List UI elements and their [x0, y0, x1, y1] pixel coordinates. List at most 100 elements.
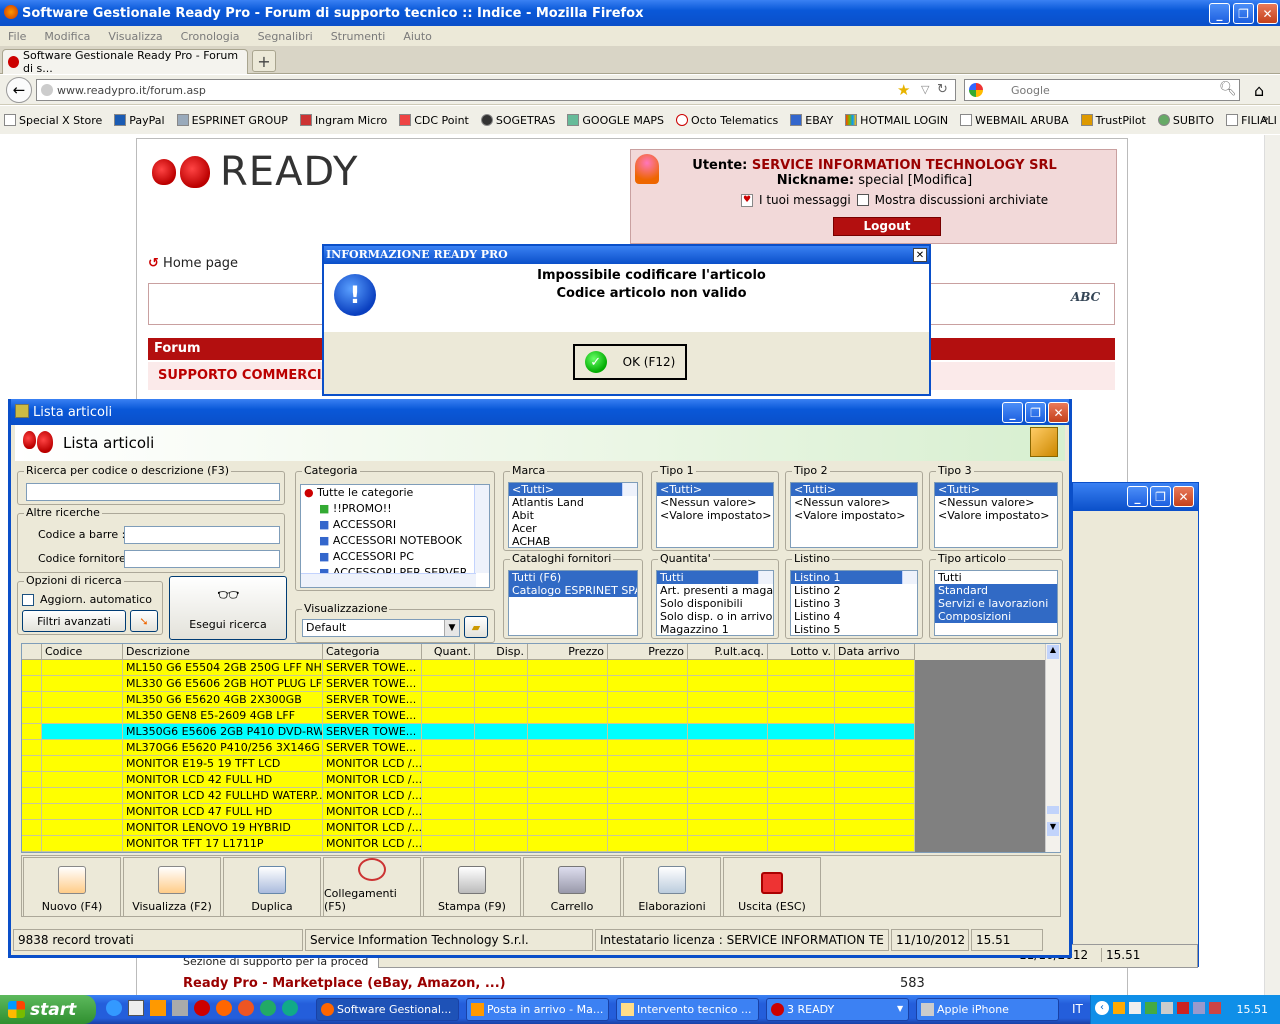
- star-icon[interactable]: ★: [897, 81, 910, 99]
- row-selector[interactable]: [22, 788, 42, 804]
- tree-hscrollbar[interactable]: [301, 573, 476, 587]
- list-item[interactable]: Catalogo ESPRINET SPA: [509, 584, 637, 597]
- bookmarks-overflow-icon[interactable]: »: [1262, 112, 1269, 125]
- list-item[interactable]: <Tutti>: [791, 483, 917, 496]
- menu-cronologia[interactable]: Cronologia: [181, 30, 240, 43]
- abc-search-icon[interactable]: ABC: [1071, 290, 1100, 304]
- row-selector[interactable]: [22, 724, 42, 740]
- list-item[interactable]: <Nessun valore>: [935, 496, 1057, 509]
- exit-button[interactable]: Uscita (ESC): [723, 857, 821, 917]
- list-item[interactable]: <Tutti>: [935, 483, 1057, 496]
- row-selector[interactable]: [22, 756, 42, 772]
- table-row[interactable]: ML350G6 E5606 2GB P410 DVD-RW SERVER TOWE…: [22, 724, 915, 740]
- processing-button[interactable]: Elaborazioni: [623, 857, 721, 917]
- home-link[interactable]: ↺ Home page: [148, 256, 238, 271]
- category-tree[interactable]: ● Tutte le categorie ■ !!PROMO!! ■ ACCES…: [300, 484, 490, 588]
- cart-button[interactable]: Carrello: [523, 857, 621, 917]
- filter-arrow-button[interactable]: ➘: [130, 610, 158, 632]
- close-button[interactable]: ✕: [1257, 3, 1278, 24]
- list-item[interactable]: Composizioni: [935, 610, 1057, 623]
- column-header[interactable]: Codice: [42, 644, 123, 660]
- menu-strumenti[interactable]: Strumenti: [331, 30, 386, 43]
- advanced-filters-button[interactable]: Filtri avanzati: [22, 610, 126, 632]
- list-item[interactable]: Listino 2: [791, 584, 917, 597]
- marketplace-forum-link[interactable]: Ready Pro - Marketplace (eBay, Amazon, .…: [183, 976, 506, 991]
- menu-file[interactable]: File: [8, 30, 26, 43]
- list-item[interactable]: Tutti (F6): [509, 571, 637, 584]
- table-row[interactable]: MONITOR TFT 17 L1711P MONITOR LCD /...: [22, 836, 915, 852]
- bookmark-cdc[interactable]: CDC Point: [399, 114, 469, 127]
- minimize-button[interactable]: _: [1209, 3, 1230, 24]
- barcode-input[interactable]: [124, 526, 280, 544]
- desktop-icon[interactable]: [128, 1000, 144, 1016]
- ie-icon[interactable]: [106, 1000, 122, 1016]
- task-outlook[interactable]: Posta in arrivo - Ma...: [466, 998, 609, 1021]
- row-selector[interactable]: [22, 772, 42, 788]
- bookmark-subito[interactable]: SUBITO: [1157, 114, 1214, 127]
- table-row[interactable]: MONITOR E19-5 19 TFT LCD MONITOR LCD /...: [22, 756, 915, 772]
- tray-icon[interactable]: [1129, 1002, 1141, 1014]
- bookmark-sogetras[interactable]: SOGETRAS: [480, 114, 555, 127]
- row-selector[interactable]: [22, 692, 42, 708]
- list-item[interactable]: Listino 5: [791, 623, 917, 635]
- app-icon[interactable]: [260, 1000, 276, 1016]
- menu-segnalibri[interactable]: Segnalibri: [258, 30, 313, 43]
- menu-visualizza[interactable]: Visualizza: [108, 30, 162, 43]
- grid-scrollbar[interactable]: ▲ ▼: [1045, 644, 1060, 852]
- tree-item-root[interactable]: ● Tutte le categorie: [301, 485, 489, 501]
- list-item[interactable]: Listino 3: [791, 597, 917, 610]
- print-button[interactable]: Stampa (F9): [423, 857, 521, 917]
- logout-button[interactable]: Logout: [833, 217, 941, 236]
- quantity-list[interactable]: Tutti Art. presenti a magaz Solo disponi…: [656, 570, 774, 636]
- bookmark-trustpilot[interactable]: TrustPilot: [1080, 114, 1146, 127]
- ok-button[interactable]: ✓ OK (F12): [573, 344, 687, 380]
- wordpress-icon[interactable]: [282, 1000, 298, 1016]
- list-item[interactable]: <Valore impostato>: [791, 509, 917, 522]
- row-selector[interactable]: [22, 820, 42, 836]
- tipo2-list[interactable]: <Tutti> <Nessun valore> <Valore impostat…: [790, 482, 918, 548]
- table-row[interactable]: MONITOR LCD 42 FULLHD WATERP... MONITOR L…: [22, 788, 915, 804]
- links-button[interactable]: Collegamenti (F5): [323, 857, 421, 917]
- list-item[interactable]: Tutti: [935, 571, 1057, 584]
- supplier-code-input[interactable]: [124, 550, 280, 568]
- maximize-button[interactable]: ❐: [1150, 486, 1171, 507]
- bookmark-filiali[interactable]: FILIALI SOGETRAS: [1226, 114, 1280, 127]
- bookmark-esprinet[interactable]: ESPRINET GROUP: [176, 114, 288, 127]
- scroll-thumb[interactable]: [1047, 806, 1059, 814]
- ready-logo[interactable]: READY: [152, 149, 422, 195]
- supplier-catalogs-list[interactable]: Tutti (F6) Catalogo ESPRINET SPA: [508, 570, 638, 636]
- home-icon[interactable]: ⌂: [1254, 81, 1264, 100]
- row-selector[interactable]: [22, 740, 42, 756]
- row-selector[interactable]: [22, 660, 42, 676]
- list-item[interactable]: Solo disponibili: [657, 597, 773, 610]
- url-bar[interactable]: www.readypro.it/forum.asp ★ ▽ ↻: [36, 79, 956, 101]
- table-row[interactable]: MONITOR LCD 47 FULL HD MONITOR LCD /...: [22, 804, 915, 820]
- list-item[interactable]: <Valore impostato>: [935, 509, 1057, 522]
- bookmark-paypal[interactable]: PayPal: [114, 114, 165, 127]
- tray-icon[interactable]: [1113, 1002, 1125, 1014]
- list-item[interactable]: Standard: [935, 584, 1057, 597]
- list-scrollbar[interactable]: [902, 571, 917, 584]
- list-item[interactable]: <Nessun valore>: [791, 496, 917, 509]
- tipo3-list[interactable]: <Tutti> <Nessun valore> <Valore impostat…: [934, 482, 1058, 548]
- column-header[interactable]: Data arrivo: [835, 644, 915, 660]
- search-input[interactable]: Google 🔍︎: [964, 79, 1240, 101]
- list-item[interactable]: Atlantis Land: [509, 496, 637, 509]
- table-row[interactable]: MONITOR LCD 42 FULL HD MONITOR LCD /...: [22, 772, 915, 788]
- tray-icon[interactable]: [1161, 1002, 1173, 1014]
- firefox-icon[interactable]: [216, 1000, 232, 1016]
- brand-list[interactable]: <Tutti> Atlantis Land Abit Acer ACHAB: [508, 482, 638, 548]
- task-iphone[interactable]: Apple iPhone: [916, 998, 1059, 1021]
- list-scrollbar[interactable]: [758, 571, 773, 584]
- tray-icon[interactable]: [1145, 1002, 1157, 1014]
- price-list[interactable]: Listino 1 Listino 2 Listino 3 Listino 4 …: [790, 570, 918, 636]
- app-icon[interactable]: [238, 1000, 254, 1016]
- tree-item[interactable]: ■ ACCESSORI: [301, 517, 489, 533]
- list-item[interactable]: Art. presenti a magaz: [657, 584, 773, 597]
- maximize-button[interactable]: ❐: [1233, 3, 1254, 24]
- scroll-up-icon[interactable]: ▲: [1047, 645, 1059, 659]
- list-item[interactable]: Listino 1: [791, 571, 917, 584]
- archived-checkbox[interactable]: [856, 194, 869, 206]
- column-header[interactable]: Lotto v.: [768, 644, 835, 660]
- bookmark-webmail[interactable]: WEBMAIL ARUBA: [960, 114, 1069, 127]
